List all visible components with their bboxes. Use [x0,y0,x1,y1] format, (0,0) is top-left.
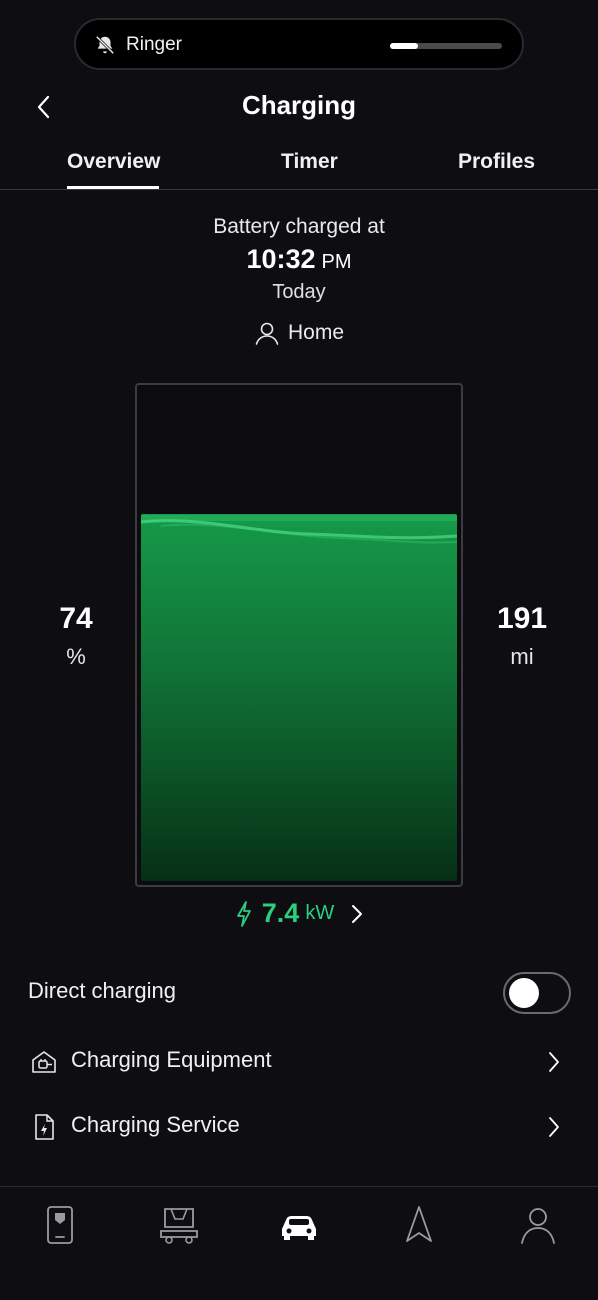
range-value: 191 [496,602,548,635]
charge-day: Today [272,281,326,303]
car-interior-icon[interactable] [157,1203,201,1247]
power-value: 7.4 [261,898,300,928]
charge-time-ampm: PM [321,251,352,273]
direct-charging-label: Direct charging [28,978,176,1003]
power-unit: kW [305,902,335,924]
chevron-right-icon [352,904,363,923]
profile-icon[interactable] [516,1203,560,1247]
charging-service-label: Charging Service [71,1112,240,1137]
tab-overview[interactable]: Overview [67,150,160,174]
charging-equipment-row[interactable]: Charging Equipment [0,1032,598,1092]
bell-slash-icon [95,35,115,55]
phone-key-icon[interactable] [38,1203,82,1247]
charging-equipment-label: Charging Equipment [71,1047,272,1072]
charge-status-text: Battery charged at [213,215,385,238]
charging-equipment-icon [32,1051,56,1073]
tabs-divider [0,189,598,190]
tab-timer[interactable]: Timer [281,150,338,174]
charge-time: 10:32 PM [0,244,598,275]
navigation-icon[interactable] [397,1203,441,1247]
battery-percent-unit: % [66,644,86,669]
charging-service-icon [35,1114,54,1140]
battery-gauge [135,383,463,887]
battery-wave-highlight [141,515,457,544]
bottom-navigation [0,1186,598,1300]
location-label: Home [287,321,345,344]
person-icon [255,322,279,345]
chevron-right-icon [549,1052,559,1072]
direct-charging-toggle[interactable] [503,972,571,1014]
lightning-bolt-icon [236,900,251,927]
battery-percent-value: 74 [59,602,93,635]
ringer-label: Ringer [126,34,182,55]
car-icon[interactable] [277,1203,321,1247]
charge-location[interactable]: Home [0,320,598,346]
chevron-left-icon[interactable] [30,92,58,122]
charging-service-row[interactable]: Charging Service [0,1097,598,1157]
charge-time-value: 10:32 [246,244,316,274]
tab-profiles[interactable]: Profiles [458,150,535,174]
page-title: Charging [241,90,357,120]
chevron-right-icon [549,1117,559,1137]
ringer-volume-fill [390,43,418,49]
ringer-volume-bar [390,43,502,49]
range-unit: mi [510,644,534,669]
battery-level-fill [141,514,457,881]
ringer-indicator: Ringer [74,18,524,70]
toggle-knob [509,978,539,1008]
charging-power[interactable]: 7.4 kW [0,898,598,929]
